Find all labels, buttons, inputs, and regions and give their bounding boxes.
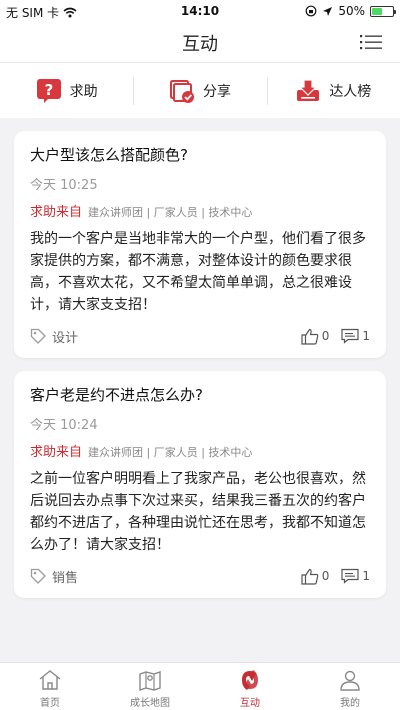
quick-action-label: 求助 <box>69 83 98 100</box>
comment-button[interactable]: 1 <box>341 568 370 584</box>
tab-growth-map[interactable]: 成长地图 <box>100 663 200 710</box>
quick-action-ranking[interactable]: 达人榜 <box>266 63 400 118</box>
svg-text:?: ? <box>44 81 53 99</box>
tab-home[interactable]: 首页 <box>0 663 100 710</box>
battery-percent: 50% <box>338 4 365 18</box>
like-count: 0 <box>321 569 330 583</box>
question-card[interactable]: 客户老是约不进点怎么办? 今天 10:24 求助来自 建众讲师团 | 厂家人员 … <box>14 371 386 598</box>
question-source: 求助来自 建众讲师团 | 厂家人员 | 技术中心 <box>30 201 370 220</box>
source-orgs: 建众讲师团 | 厂家人员 | 技术中心 <box>88 446 253 459</box>
question-title[interactable]: 客户老是约不进点怎么办? <box>30 385 370 405</box>
tab-label: 成长地图 <box>130 698 170 709</box>
share-icon <box>169 79 194 103</box>
question-footer: 销售 0 1 <box>30 566 370 586</box>
question-footer: 设计 0 1 <box>30 326 370 346</box>
question-body: 之前一位客户明明看上了我家产品，老公也很喜欢，然后说回去办点事下次过来买，结果我… <box>30 471 366 553</box>
nav-bar: 互动 <box>0 22 400 62</box>
battery-fill <box>372 7 382 15</box>
list-menu-icon[interactable] <box>360 32 382 52</box>
tab-label: 互动 <box>240 698 260 709</box>
like-count: 0 <box>321 329 330 343</box>
map-icon <box>139 671 161 691</box>
question-stats: 0 1 <box>301 328 370 345</box>
status-right-group: 50% <box>305 4 396 18</box>
question-tag[interactable]: 设计 <box>30 327 78 346</box>
tag-label: 设计 <box>52 330 79 346</box>
quick-action-label: 分享 <box>202 83 231 100</box>
page-title: 互动 <box>182 34 218 55</box>
comment-icon <box>341 328 359 344</box>
home-icon <box>39 670 61 690</box>
tag-icon <box>30 568 46 584</box>
quick-action-share[interactable]: 分享 <box>133 63 266 118</box>
question-stats: 0 1 <box>301 568 370 585</box>
tab-profile[interactable]: 我的 <box>300 663 400 710</box>
thumbs-up-icon <box>301 328 318 345</box>
thumbs-up-icon <box>301 568 318 585</box>
source-orgs: 建众讲师团 | 厂家人员 | 技术中心 <box>88 206 253 219</box>
comment-icon <box>341 568 359 584</box>
question-source: 求助来自 建众讲师团 | 厂家人员 | 技术中心 <box>30 441 370 460</box>
comment-button[interactable]: 1 <box>341 328 370 344</box>
interaction-logo-icon <box>242 670 258 690</box>
quick-action-label: 达人榜 <box>329 83 372 100</box>
question-card[interactable]: 大户型该怎么搭配颜色? 今天 10:25 求助来自 建众讲师团 | 厂家人员 |… <box>14 131 386 358</box>
tab-interaction[interactable]: 互动 <box>200 663 300 710</box>
battery-icon <box>370 5 396 17</box>
like-button[interactable]: 0 <box>301 328 330 345</box>
tab-label: 首页 <box>40 698 60 709</box>
ranking-download-icon <box>297 78 320 101</box>
status-bar: 无 SIM 卡 14:10 50% <box>0 0 400 22</box>
comment-count: 1 <box>362 329 370 343</box>
source-label: 求助来自 <box>30 445 83 460</box>
profile-icon <box>340 670 360 691</box>
quick-action-bar: ? 求助 分享 达人榜 <box>0 62 400 118</box>
question-tag[interactable]: 销售 <box>30 567 78 586</box>
question-body: 我的一个客户是当地非常大的一个户型，他们看了很多家提供的方案，都不满意，对整体设… <box>30 231 366 313</box>
tag-label: 销售 <box>52 570 79 586</box>
question-time: 今天 10:24 <box>30 418 98 433</box>
comment-count: 1 <box>362 569 370 583</box>
bottom-tab-bar: 首页 成长地图 互动 我的 <box>0 662 400 710</box>
question-time: 今天 10:25 <box>30 178 98 193</box>
source-label: 求助来自 <box>30 205 83 220</box>
question-feed: 大户型该怎么搭配颜色? 今天 10:25 求助来自 建众讲师团 | 厂家人员 |… <box>14 131 386 611</box>
like-button[interactable]: 0 <box>301 568 330 585</box>
question-title[interactable]: 大户型该怎么搭配颜色? <box>30 145 370 165</box>
location-arrow-icon <box>323 6 333 16</box>
tab-label: 我的 <box>340 698 360 709</box>
quick-action-help[interactable]: ? 求助 <box>0 63 133 118</box>
rotation-lock-icon <box>305 5 317 17</box>
tag-icon <box>30 328 46 344</box>
help-question-icon: ? <box>36 78 61 103</box>
